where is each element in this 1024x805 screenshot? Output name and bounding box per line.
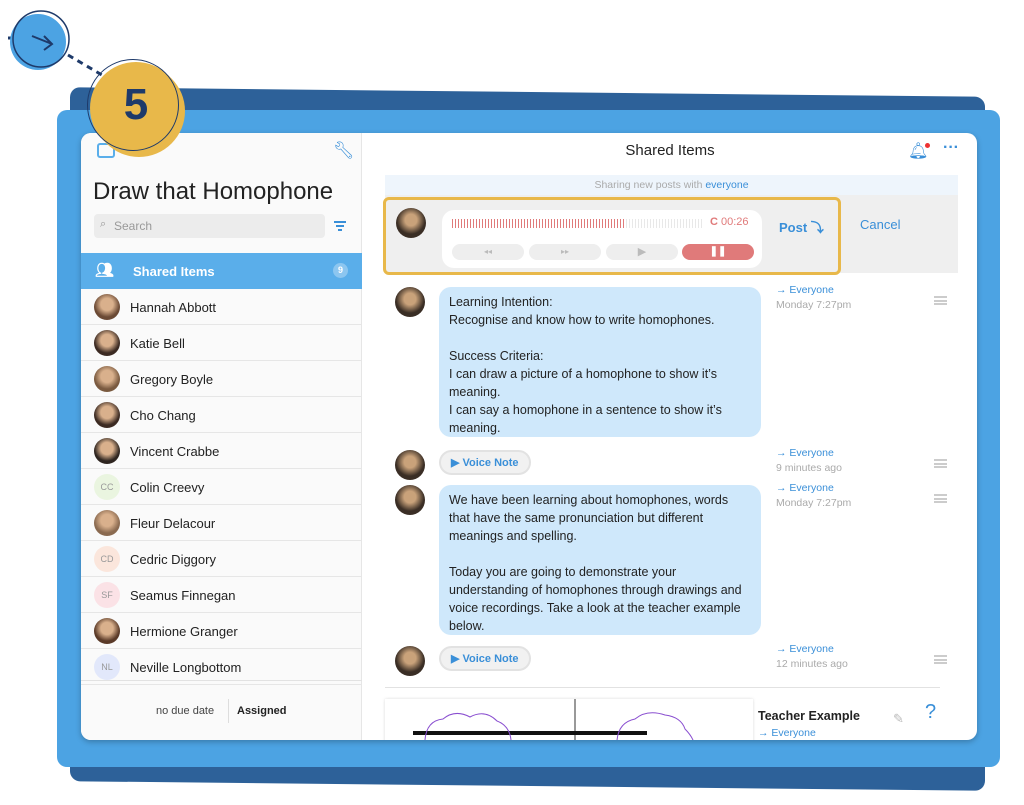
pencil-icon[interactable]: ✎ — [893, 711, 904, 727]
bell-icon[interactable]: 🔔︎ — [908, 141, 931, 161]
avatar — [395, 450, 425, 480]
sharing-target-link[interactable]: everyone — [705, 179, 748, 191]
avatar — [94, 366, 120, 392]
message-bubble: Learning Intention: Recognise and know h… — [439, 287, 761, 437]
student-name: Colin Creevy — [130, 480, 205, 495]
student-name: Fleur Delacour — [130, 516, 216, 531]
sidebar-footer: no due date Assigned — [81, 680, 362, 740]
record-time: 00:26 — [721, 216, 749, 228]
waveform — [452, 219, 702, 228]
avatar — [94, 402, 120, 428]
rewind-button[interactable]: ◂◂ — [452, 244, 524, 260]
post-meta: → Everyone 12 minutes ago — [776, 643, 848, 670]
student-row[interactable]: Fleur Delacour — [81, 505, 362, 541]
play-button[interactable]: ▶ — [606, 244, 678, 260]
avatar: CD — [94, 546, 120, 572]
post-meta: → Everyone 9 minutes ago — [776, 447, 842, 474]
avatar — [395, 287, 425, 317]
student-name: Cedric Diggory — [130, 552, 216, 567]
pause-button[interactable]: ❚❚ — [682, 244, 754, 260]
student-name: Cho Chang — [130, 408, 196, 423]
audience-link[interactable]: → Everyone — [776, 447, 834, 459]
student-name: Gregory Boyle — [130, 372, 214, 387]
drag-handle-icon[interactable] — [934, 296, 947, 305]
message-bubble: We have been learning about homophones, … — [439, 485, 761, 635]
post-button[interactable]: Post ⤵ — [779, 217, 824, 236]
student-row[interactable]: Gregory Boyle — [81, 361, 362, 397]
fast-forward-button[interactable]: ▸▸ — [529, 244, 601, 260]
redo-icon[interactable]: C — [710, 216, 718, 228]
voice-recorder: C 00:26 ◂◂ ▸▸ ▶ ❚❚ — [442, 210, 762, 268]
voice-note-button[interactable]: ▶ Voice Note — [439, 450, 531, 475]
drag-handle-icon[interactable] — [934, 459, 947, 468]
post-meta: → Everyone Monday 7:27pm — [776, 284, 852, 311]
cancel-button[interactable]: Cancel — [860, 217, 900, 232]
student-name: Seamus Finnegan — [130, 588, 236, 603]
avatar — [94, 618, 120, 644]
teacher-example-drawing[interactable] — [385, 699, 753, 740]
avatar: NL — [94, 654, 120, 680]
avatar: CC — [94, 474, 120, 500]
student-name: Hannah Abbott — [130, 300, 217, 315]
voice-note-button[interactable]: ▶ Voice Note — [439, 646, 531, 671]
search-input[interactable]: ⌕ Search — [94, 214, 325, 238]
recorder-highlight: C 00:26 ◂◂ ▸▸ ▶ ❚❚ Post ⤵ — [383, 197, 841, 275]
sharing-bar: Sharing new posts with everyone — [385, 175, 958, 195]
main-panel: Shared Items 🔔︎ ··· Sharing new posts wi… — [363, 133, 977, 740]
group-icon: 👥︎ — [95, 262, 115, 279]
help-icon[interactable]: ? — [925, 701, 936, 724]
student-row[interactable]: CC Colin Creevy — [81, 469, 362, 505]
avatar — [94, 294, 120, 320]
sidebar: 🔧︎ Draw that Homophone ⌕ Search 👥︎ Shared… — [81, 133, 362, 740]
student-name: Katie Bell — [130, 336, 185, 351]
avatar — [94, 438, 120, 464]
search-icon: ⌕ — [100, 218, 107, 230]
student-row[interactable]: Katie Bell — [81, 325, 362, 361]
header-title: Shared Items — [625, 142, 715, 159]
post-meta: → Everyone Monday 7:27pm — [776, 482, 852, 509]
wrench-icon[interactable]: 🔧︎ — [333, 141, 355, 161]
avatar — [94, 330, 120, 356]
more-icon[interactable]: ··· — [943, 139, 959, 157]
student-row[interactable]: SF Seamus Finnegan — [81, 577, 362, 613]
audience-link[interactable]: → Everyone — [776, 284, 834, 296]
example-title: Teacher Example — [758, 709, 860, 723]
assigned-status[interactable]: Assigned — [237, 705, 287, 717]
count-badge: 9 — [333, 263, 348, 278]
student-name: Vincent Crabbe — [130, 444, 220, 459]
step-badge: 5 — [87, 59, 182, 154]
student-row[interactable]: Hannah Abbott — [81, 289, 362, 325]
filter-icon[interactable] — [334, 221, 346, 231]
student-name: Hermione Granger — [130, 624, 238, 639]
avatar — [395, 485, 425, 515]
student-row[interactable]: Hermione Granger — [81, 613, 362, 649]
app-window: 🔧︎ Draw that Homophone ⌕ Search 👥︎ Shared… — [81, 133, 977, 740]
student-name: Neville Longbottom — [130, 660, 242, 675]
page-title: Draw that Homophone — [93, 178, 334, 205]
audience-link[interactable]: → Everyone — [776, 643, 834, 655]
drag-handle-icon[interactable] — [934, 655, 947, 664]
audience-link[interactable]: → Everyone — [776, 482, 834, 494]
avatar — [94, 510, 120, 536]
due-date[interactable]: no due date — [156, 705, 214, 717]
student-row[interactable]: CD Cedric Diggory — [81, 541, 362, 577]
sidebar-item-shared-items[interactable]: 👥︎ Shared Items 9 — [81, 253, 362, 289]
avatar: SF — [94, 582, 120, 608]
drag-handle-icon[interactable] — [934, 494, 947, 503]
avatar — [395, 646, 425, 676]
example-audience[interactable]: → Everyone — [758, 727, 816, 739]
student-row[interactable]: Vincent Crabbe — [81, 433, 362, 469]
student-row[interactable]: Cho Chang — [81, 397, 362, 433]
